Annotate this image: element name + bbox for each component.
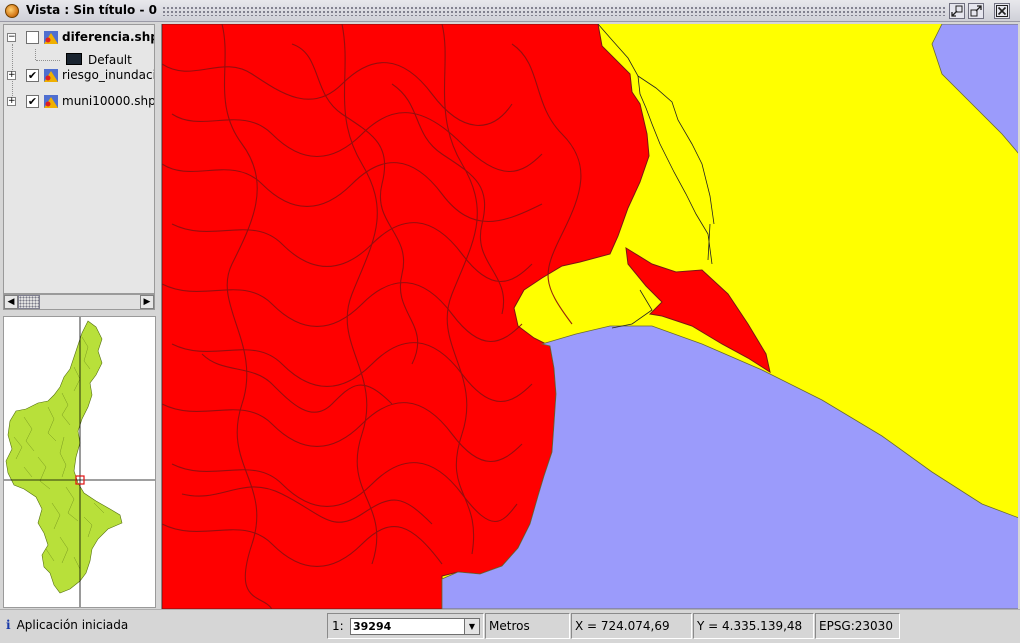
status-message-text: Aplicación iniciada — [16, 618, 129, 632]
layer-name: riesgo_inundaci — [62, 68, 155, 82]
scale-panel: 1: 39294 ▼ — [327, 613, 484, 639]
legend-label: Default — [88, 53, 132, 67]
layer-row-diferencia[interactable]: − diferencia.shp — [4, 29, 154, 47]
vector-layer-icon — [44, 31, 58, 44]
restore-icon[interactable] — [949, 3, 965, 19]
layer-row-muni[interactable]: + ✔ muni10000.shp — [4, 93, 154, 111]
window-title: Vista : Sin título - 0 — [26, 3, 157, 17]
layer-name: diferencia.shp — [62, 30, 155, 44]
scale-value[interactable]: 39294 — [353, 619, 391, 634]
maximize-icon[interactable] — [968, 3, 984, 19]
projection-label: EPSG:23030 — [815, 613, 900, 639]
view-window: Vista : Sin título - 0 − diferencia.shp … — [0, 0, 1020, 643]
units-label: Metros — [485, 613, 570, 639]
y-coordinate: Y = 4.335.139,48 — [693, 613, 814, 639]
title-bar[interactable]: Vista : Sin título - 0 — [0, 0, 1020, 22]
collapse-icon[interactable]: − — [7, 33, 16, 42]
scroll-left-icon[interactable]: ◀ — [4, 295, 18, 309]
layer-visibility-checkbox[interactable]: ✔ — [26, 69, 39, 82]
expand-icon[interactable]: + — [7, 97, 16, 106]
status-message: i Aplicación iniciada — [6, 618, 128, 632]
scale-combobox[interactable]: 39294 ▼ — [350, 618, 480, 635]
x-coordinate: X = 724.074,69 — [571, 613, 692, 639]
map-canvas[interactable] — [161, 24, 1018, 609]
vector-layer-icon — [44, 69, 58, 82]
layer-toc: − diferencia.shp Default + ✔ riesgo_inun… — [3, 24, 155, 294]
layer-name: muni10000.shp — [62, 94, 155, 108]
layer-visibility-checkbox[interactable] — [26, 31, 39, 44]
layer-visibility-checkbox[interactable]: ✔ — [26, 95, 39, 108]
toc-horizontal-scrollbar[interactable]: ◀ ▶ — [3, 294, 155, 310]
status-bar: i Aplicación iniciada 1: 39294 ▼ Metros X… — [0, 609, 1020, 643]
expand-icon[interactable]: + — [7, 71, 16, 80]
overview-map[interactable] — [3, 316, 156, 608]
gvsig-app-icon — [5, 4, 19, 18]
layer-row-riesgo[interactable]: + ✔ riesgo_inundaci — [4, 67, 154, 85]
legend-symbol — [66, 53, 82, 65]
close-icon[interactable] — [994, 3, 1010, 19]
scroll-thumb[interactable] — [18, 295, 40, 309]
chevron-down-icon[interactable]: ▼ — [464, 619, 479, 634]
overview-region-shape — [5, 320, 123, 594]
vector-layer-icon — [44, 95, 58, 108]
scale-prefix: 1: — [332, 619, 344, 633]
scroll-right-icon[interactable]: ▶ — [140, 295, 154, 309]
title-grip — [162, 6, 946, 16]
info-icon: i — [6, 618, 11, 632]
